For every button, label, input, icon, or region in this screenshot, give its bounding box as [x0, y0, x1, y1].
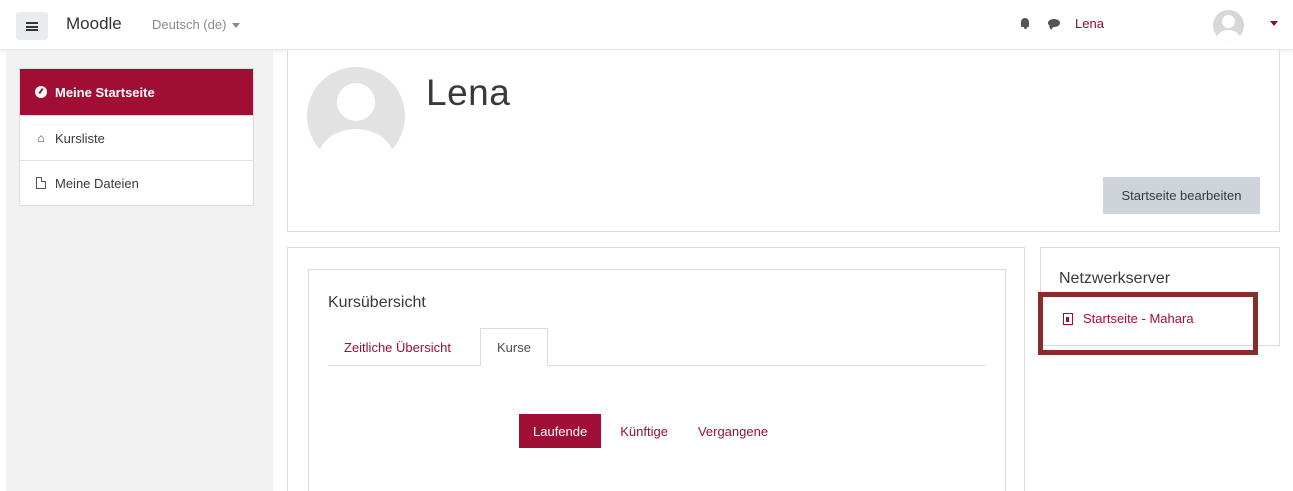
course-filter-pills: Laufende Künftige Vergangene — [519, 414, 783, 448]
user-menu-caret-icon[interactable] — [1270, 21, 1278, 26]
menu-button[interactable] — [16, 12, 48, 40]
tab-kurse[interactable]: Kurse — [480, 328, 548, 367]
filter-kuenftige[interactable]: Künftige — [605, 414, 683, 448]
block-title: Netzwerkserver — [1059, 270, 1171, 287]
drawer-item-meine-dateien[interactable]: Meine Dateien — [20, 160, 253, 205]
page-title: Lena — [426, 72, 511, 113]
menu-icon — [26, 21, 38, 31]
site-brand[interactable]: Moodle — [66, 14, 122, 34]
user-name[interactable]: Lena — [1075, 16, 1104, 31]
file-icon — [34, 177, 48, 189]
course-tabs: Zeitliche Übersicht Kurse — [328, 328, 986, 367]
nav-drawer: Meine Startseite ⌂ Kursliste Meine Datei… — [6, 50, 273, 491]
bell-icon[interactable] — [1020, 18, 1030, 29]
edit-dashboard-button[interactable]: Startseite bearbeiten — [1103, 177, 1260, 214]
dashboard-icon — [34, 86, 48, 98]
drawer-item-meine-startseite[interactable]: Meine Startseite — [20, 69, 253, 115]
main-region: Kursübersicht Zeitliche Übersicht Kurse … — [287, 247, 1025, 491]
filter-vergangene[interactable]: Vergangene — [683, 414, 783, 448]
drawer-item-label: Kursliste — [55, 130, 105, 146]
home-icon: ⌂ — [37, 131, 45, 145]
filter-laufende[interactable]: Laufende — [519, 414, 602, 448]
drawer-item-kursliste[interactable]: ⌂ Kursliste — [20, 115, 253, 160]
block-title: Kursübersicht — [328, 294, 426, 311]
page-header: Lena Startseite bearbeiten — [287, 50, 1280, 232]
drawer-item-label: Meine Dateien — [55, 175, 139, 191]
drawer-item-label: Meine Startseite — [55, 84, 155, 100]
language-menu[interactable]: Deutsch (de) — [152, 17, 241, 32]
course-overview-block: Kursübersicht Zeitliche Übersicht Kurse … — [308, 269, 1006, 491]
top-navbar: Moodle Deutsch (de) Lena — [0, 0, 1293, 50]
drawer-nav-list: Meine Startseite ⌂ Kursliste Meine Datei… — [19, 68, 254, 206]
avatar-icon[interactable] — [1213, 10, 1244, 41]
profile-avatar — [307, 67, 405, 165]
highlight-box — [1038, 292, 1258, 355]
caret-down-icon — [232, 23, 241, 29]
language-label: Deutsch (de) — [152, 17, 227, 32]
chat-icon[interactable] — [1048, 19, 1060, 30]
tab-zeitliche-uebersicht[interactable]: Zeitliche Übersicht — [328, 328, 467, 366]
